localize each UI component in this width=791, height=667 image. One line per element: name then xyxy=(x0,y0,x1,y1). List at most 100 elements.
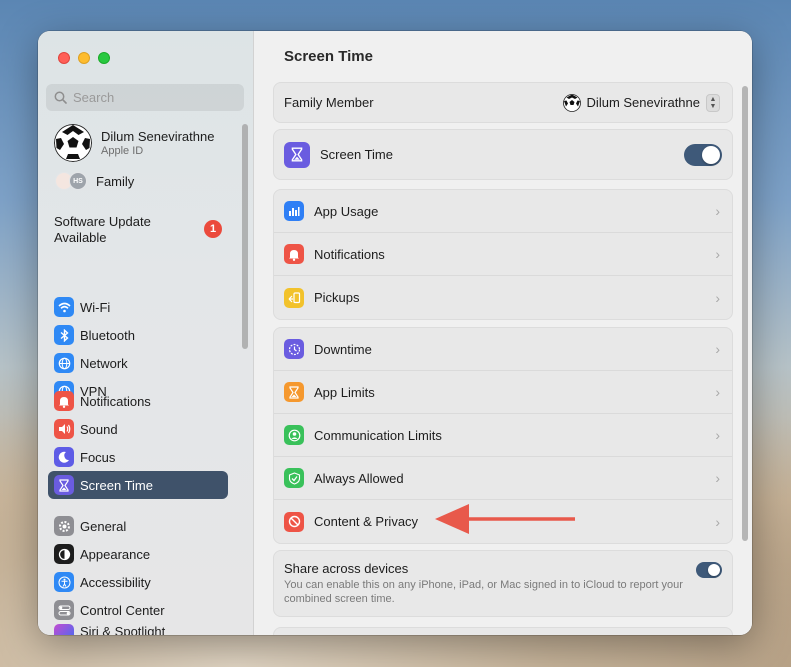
sidebar-item-general[interactable]: General xyxy=(48,512,228,540)
share-description: You can enable this on any iPhone, iPad,… xyxy=(284,579,683,605)
family-label: Family xyxy=(96,173,135,189)
row-label: App Limits xyxy=(314,384,375,400)
chevron-right-icon: › xyxy=(715,427,720,443)
siri-icon xyxy=(54,624,74,635)
sidebar-group-notifications: Notifications Sound Focus Screen Time xyxy=(48,387,228,499)
sidebar-item-wifi[interactable]: Wi-Fi xyxy=(48,293,228,321)
sidebar-item-software-update[interactable]: Software Update Available 1 xyxy=(54,214,224,246)
screen-time-row: Screen Time xyxy=(274,130,732,179)
sidebar-item-label: Notifications xyxy=(80,393,151,409)
chevron-right-icon: › xyxy=(715,384,720,400)
wifi-icon xyxy=(54,297,74,317)
app-usage-row[interactable]: App Usage › xyxy=(274,190,732,233)
gear-icon xyxy=(54,516,74,536)
chevron-up-down-icon: ▲ ▼ xyxy=(706,93,720,112)
sidebar-scrollbar[interactable] xyxy=(242,124,248,349)
no-entry-icon xyxy=(284,511,304,532)
communication-limits-row[interactable]: Communication Limits › xyxy=(274,414,732,457)
row-label: Pickups xyxy=(314,290,360,305)
sidebar-item-label: Screen Time xyxy=(80,477,153,493)
chevron-right-icon: › xyxy=(715,246,720,262)
zoom-button[interactable] xyxy=(98,52,110,64)
share-card: Share across devices You can enable this… xyxy=(273,550,733,617)
usage-card: App Usage › Notifications › Pickups › xyxy=(273,189,733,320)
main-scrollbar[interactable] xyxy=(742,86,748,541)
appearance-icon xyxy=(54,544,74,564)
notifications-row[interactable]: Notifications › xyxy=(274,233,732,276)
row-label: Communication Limits xyxy=(314,427,442,443)
profile-subtitle: Apple ID xyxy=(101,145,144,157)
sidebar-item-network[interactable]: Network xyxy=(48,349,228,377)
sidebar-item-family[interactable]: HS Family xyxy=(55,172,134,190)
family-initials-avatar: HS xyxy=(69,172,87,190)
software-update-label: Software Update Available xyxy=(54,214,151,245)
sidebar: Dilum Senevirathne Apple ID HS Family So… xyxy=(38,31,254,635)
hourglass-icon xyxy=(284,382,304,402)
downtime-icon xyxy=(284,339,304,359)
bluetooth-icon xyxy=(54,325,74,345)
sidebar-item-focus[interactable]: Focus xyxy=(48,443,228,471)
sidebar-item-label: Accessibility xyxy=(80,574,151,590)
sidebar-item-accessibility[interactable]: Accessibility xyxy=(48,568,228,596)
family-member-label: Family Member xyxy=(284,95,374,110)
row-label: Always Allowed xyxy=(314,470,404,486)
family-member-select[interactable]: Dilum Senevirathne ▲ ▼ xyxy=(562,93,720,112)
chevron-right-icon: › xyxy=(715,470,720,486)
row-label: App Usage xyxy=(314,203,379,219)
bar-chart-icon xyxy=(284,201,304,221)
window-controls xyxy=(58,52,110,64)
sidebar-group-general: General Appearance Accessibility Control… xyxy=(48,512,228,635)
avatar xyxy=(562,93,581,112)
family-member-row: Family Member Dilum Senevirathne ▲ ▼ xyxy=(274,83,732,122)
sidebar-item-label: Control Center xyxy=(80,602,165,618)
close-button[interactable] xyxy=(58,52,70,64)
person-circle-icon xyxy=(284,425,304,445)
globe-icon xyxy=(54,353,74,373)
search-icon xyxy=(54,91,67,104)
sidebar-item-label: Sound xyxy=(80,421,118,437)
apple-id-profile[interactable]: Dilum Senevirathne Apple ID xyxy=(54,124,214,162)
screen-time-toggle[interactable] xyxy=(684,143,722,166)
sidebar-item-label: Network xyxy=(80,355,128,371)
row-label: Notifications xyxy=(314,246,385,262)
system-settings-window: Dilum Senevirathne Apple ID HS Family So… xyxy=(38,31,752,635)
checkmark-icon xyxy=(284,468,304,488)
search-input[interactable] xyxy=(73,90,233,105)
sidebar-item-label: General xyxy=(80,518,127,534)
always-allowed-row[interactable]: Always Allowed › xyxy=(274,457,732,500)
sidebar-item-label: Bluetooth xyxy=(80,327,135,343)
share-toggle[interactable] xyxy=(696,562,722,578)
family-member-value: Dilum Senevirathne xyxy=(586,95,700,110)
control-center-icon xyxy=(54,600,74,620)
profile-name: Dilum Senevirathne xyxy=(101,129,215,144)
sidebar-item-siri[interactable]: Siri & Spotlight xyxy=(48,624,228,635)
app-limits-row[interactable]: App Limits › xyxy=(274,371,732,414)
sidebar-item-sound[interactable]: Sound xyxy=(48,415,228,443)
pickups-row[interactable]: Pickups › xyxy=(274,276,732,319)
downtime-row[interactable]: Downtime › xyxy=(274,328,732,371)
sidebar-item-appearance[interactable]: Appearance xyxy=(48,540,228,568)
bell-icon xyxy=(54,391,74,411)
search-field[interactable] xyxy=(46,84,244,111)
page-title: Screen Time xyxy=(284,48,373,65)
moon-icon xyxy=(54,447,74,467)
hourglass-icon xyxy=(284,141,310,168)
row-label: Content & Privacy xyxy=(314,514,419,529)
pickup-icon xyxy=(284,287,304,308)
accessibility-icon xyxy=(54,572,74,592)
screen-time-card: Screen Time xyxy=(273,129,733,180)
main-pane: Screen Time Family Member Dilum Senevira… xyxy=(254,31,752,635)
sidebar-item-control-center[interactable]: Control Center xyxy=(48,596,228,624)
sidebar-item-bluetooth[interactable]: Bluetooth xyxy=(48,321,228,349)
chevron-right-icon: › xyxy=(715,289,720,306)
minimize-button[interactable] xyxy=(78,52,90,64)
sidebar-item-notifications[interactable]: Notifications xyxy=(48,387,228,415)
bell-icon xyxy=(284,244,304,264)
avatar xyxy=(54,124,92,162)
sidebar-item-label: Wi-Fi xyxy=(80,299,111,315)
sidebar-item-screen-time[interactable]: Screen Time xyxy=(48,471,228,499)
sidebar-item-label: Appearance xyxy=(80,546,151,562)
speaker-icon xyxy=(54,419,74,439)
family-member-card: Family Member Dilum Senevirathne ▲ ▼ xyxy=(273,82,733,123)
update-count-badge: 1 xyxy=(204,220,222,238)
